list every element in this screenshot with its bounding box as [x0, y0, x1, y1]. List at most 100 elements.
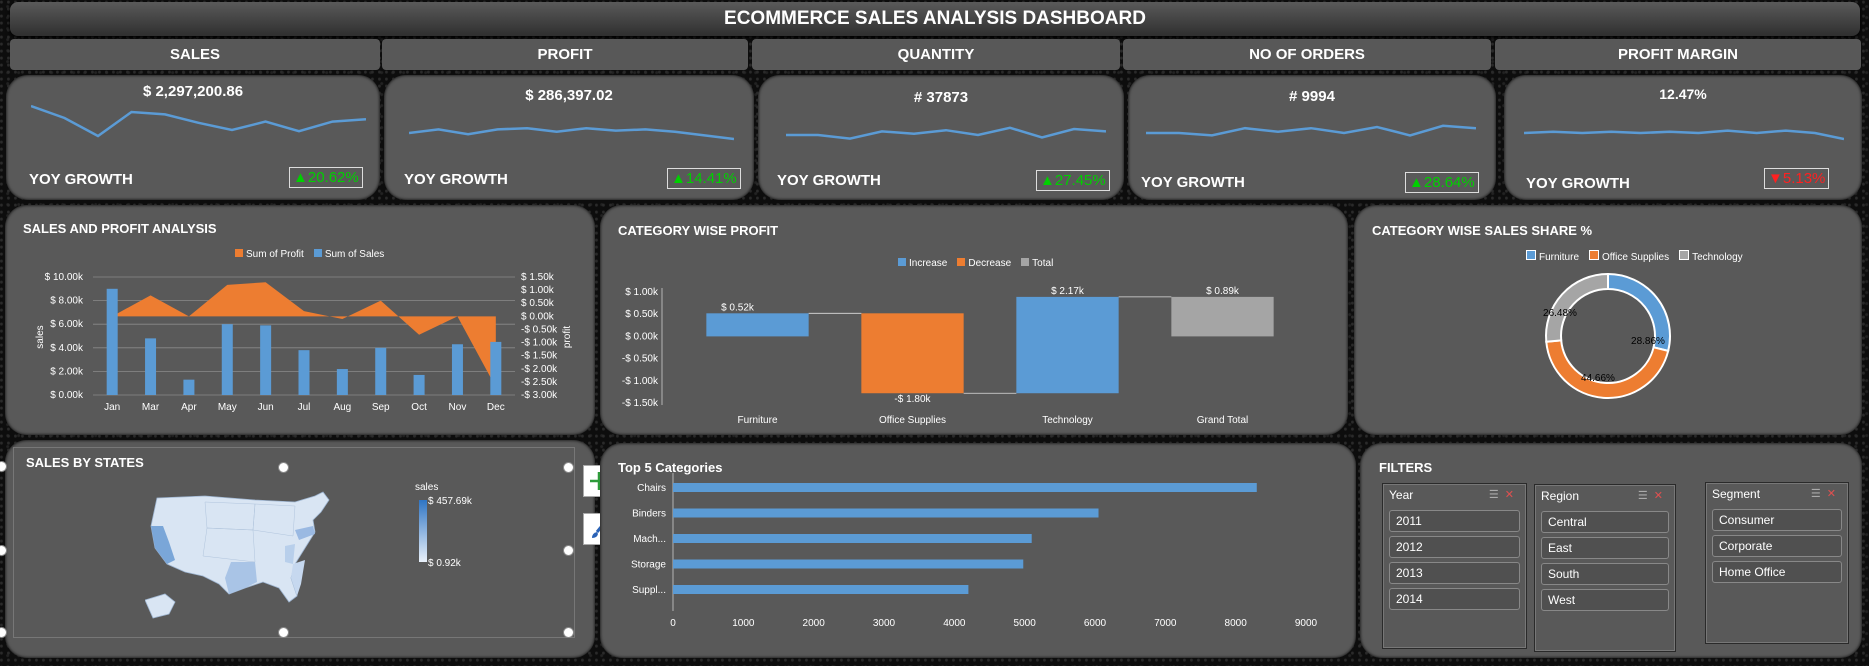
x-tick: Oct [411, 402, 427, 413]
slicer-title: Year [1389, 488, 1414, 502]
clear-filter-icon[interactable]: ✕ [1827, 488, 1842, 500]
arrow-up-icon: ▲ [293, 169, 308, 186]
x-tick: Sep [372, 402, 390, 413]
x-tick: 3000 [873, 618, 896, 629]
panel-title: FILTERS [1379, 460, 1433, 475]
y-right-tick: -$ 2.50k [521, 377, 558, 388]
kpi-sparkline [31, 104, 366, 138]
y-left-tick: $ 6.00k [50, 319, 84, 330]
y-tick: -$ 0.50k [622, 354, 659, 365]
sales-bar [336, 369, 348, 395]
data-label: -$ 1.80k [894, 394, 931, 405]
sales-bar [451, 344, 463, 395]
kpi-card-quantity: # 37873 YOY GROWTH ▲27.45% [758, 75, 1124, 200]
multi-select-icon[interactable]: ☰ [1638, 490, 1654, 502]
multi-select-icon[interactable]: ☰ [1489, 489, 1505, 501]
resize-handle[interactable] [563, 462, 574, 473]
slicer-item[interactable]: Central [1541, 511, 1669, 533]
resize-handle[interactable] [278, 462, 289, 473]
donut-slice [1545, 339, 1670, 399]
data-label: $ 0.52k [721, 302, 755, 313]
waterfall-bar [861, 313, 964, 394]
y-right-tick: -$ 3.00k [521, 390, 558, 401]
slicer-item[interactable]: 2012 [1389, 536, 1520, 558]
kpi-sparkline [1146, 124, 1476, 137]
y-tick: $ 0.50k [625, 309, 659, 320]
resize-handle[interactable] [563, 627, 574, 638]
clear-filter-icon[interactable]: ✕ [1505, 489, 1520, 501]
x-tick: 1000 [732, 618, 755, 629]
slicer-item[interactable]: Corporate [1712, 535, 1842, 557]
slice-label: 26.48% [1543, 308, 1577, 319]
kpi-card-margin: 12.47% YOY GROWTH ▼5.13% [1504, 75, 1862, 200]
category-profit-panel: CATEGORY WISE PROFIT Increase Decrease T… [600, 205, 1348, 435]
sales-bar [413, 374, 425, 395]
top5-bar [673, 483, 1257, 492]
x-tick: 2000 [803, 618, 826, 629]
y-right-label: profit [562, 326, 573, 348]
x-tick: Technology [1042, 415, 1093, 426]
slicer-item[interactable]: 2013 [1389, 562, 1520, 584]
arrow-up-icon: ▲ [1409, 174, 1424, 191]
top5-bar [673, 508, 1099, 518]
y-right-tick: $ 0.50k [521, 298, 555, 309]
x-tick: 5000 [1014, 618, 1037, 629]
x-tick: Apr [181, 402, 197, 413]
y-tick: -$ 1.00k [622, 376, 659, 387]
clear-filter-icon[interactable]: ✕ [1654, 490, 1669, 502]
top5-chart: 0 1000 2000 3000 4000 5000 6000 7000 8000 9000 Cha… [631, 473, 1318, 629]
y-tick: Mach... [633, 534, 666, 545]
filters-panel: FILTERS Year ☰✕ 2011 2012 2013 2014 Regi… [1360, 443, 1862, 658]
kpi-card-orders: # 9994 YOY GROWTH ▲28.64% [1128, 75, 1496, 200]
sales-bar [260, 325, 272, 395]
slicer-item[interactable]: East [1541, 537, 1669, 559]
kpi-header-profit: PROFIT [382, 39, 748, 70]
y-tick: $ 0.00k [625, 331, 659, 342]
yoy-growth-label: YOY GROWTH [777, 172, 881, 189]
resize-handle[interactable] [278, 627, 289, 638]
sales-bar [375, 347, 387, 395]
category-share-panel: CATEGORY WISE SALES SHARE % Furniture Of… [1354, 205, 1862, 435]
map-selection-frame [13, 447, 575, 638]
resize-handle[interactable] [563, 545, 574, 556]
kpi-card-sales: $ 2,297,200.86 YOY GROWTH ▲20.62% [6, 75, 380, 200]
sales-by-states-panel: SALES BY STATES sales $ 457.69k $ 0.92k [5, 440, 595, 658]
multi-select-icon[interactable]: ☰ [1811, 488, 1827, 500]
category-share-donut: 28.86% 44.66% 26.48% [1543, 272, 1671, 399]
y-tick: -$ 1.50k [622, 398, 659, 409]
x-tick: Furniture [737, 415, 777, 426]
slicer-item[interactable]: West [1541, 589, 1669, 611]
top5-panel: Top 5 Categories 0 1000 2000 3000 4000 5000 60… [600, 443, 1356, 658]
sales-bar [183, 379, 195, 395]
y-left-tick: $ 8.00k [50, 296, 84, 307]
growth-badge: ▲28.64% [1405, 172, 1479, 193]
slicer-segment: Segment ☰✕ Consumer Corporate Home Offic… [1705, 482, 1849, 644]
yoy-growth-label: YOY GROWTH [404, 171, 508, 188]
slicer-item[interactable]: Consumer [1712, 509, 1842, 531]
slicer-item[interactable]: 2014 [1389, 588, 1520, 610]
yoy-growth-label: YOY GROWTH [1526, 175, 1630, 192]
top5-bar [673, 534, 1032, 543]
kpi-sparkline [786, 126, 1106, 140]
slice-label: 44.66% [1581, 373, 1615, 384]
kpi-sparkline [409, 126, 734, 141]
kpi-value: $ 286,397.02 [525, 87, 613, 104]
slicer-item[interactable]: South [1541, 563, 1669, 585]
slicer-item[interactable]: Home Office [1712, 561, 1842, 583]
sales-profit-panel: SALES AND PROFIT ANALYSIS Sum of Profit … [5, 205, 595, 435]
y-right-tick: -$ 0.50k [521, 324, 558, 335]
sales-bar [298, 350, 310, 395]
arrow-down-icon: ▼ [1768, 170, 1783, 187]
x-tick: 6000 [1084, 618, 1107, 629]
growth-badge: ▲20.62% [289, 167, 363, 188]
sales-bar [106, 288, 118, 395]
top5-bar [673, 585, 969, 594]
x-tick: 4000 [943, 618, 966, 629]
x-tick: Grand Total [1197, 415, 1249, 426]
y-tick: Storage [631, 560, 666, 571]
y-tick: Binders [632, 509, 666, 520]
slicer-item[interactable]: 2011 [1389, 510, 1520, 532]
slicer-year: Year ☰✕ 2011 2012 2013 2014 [1382, 483, 1527, 649]
growth-badge: ▲27.45% [1036, 170, 1110, 191]
y-right-tick: -$ 1.50k [521, 351, 558, 362]
